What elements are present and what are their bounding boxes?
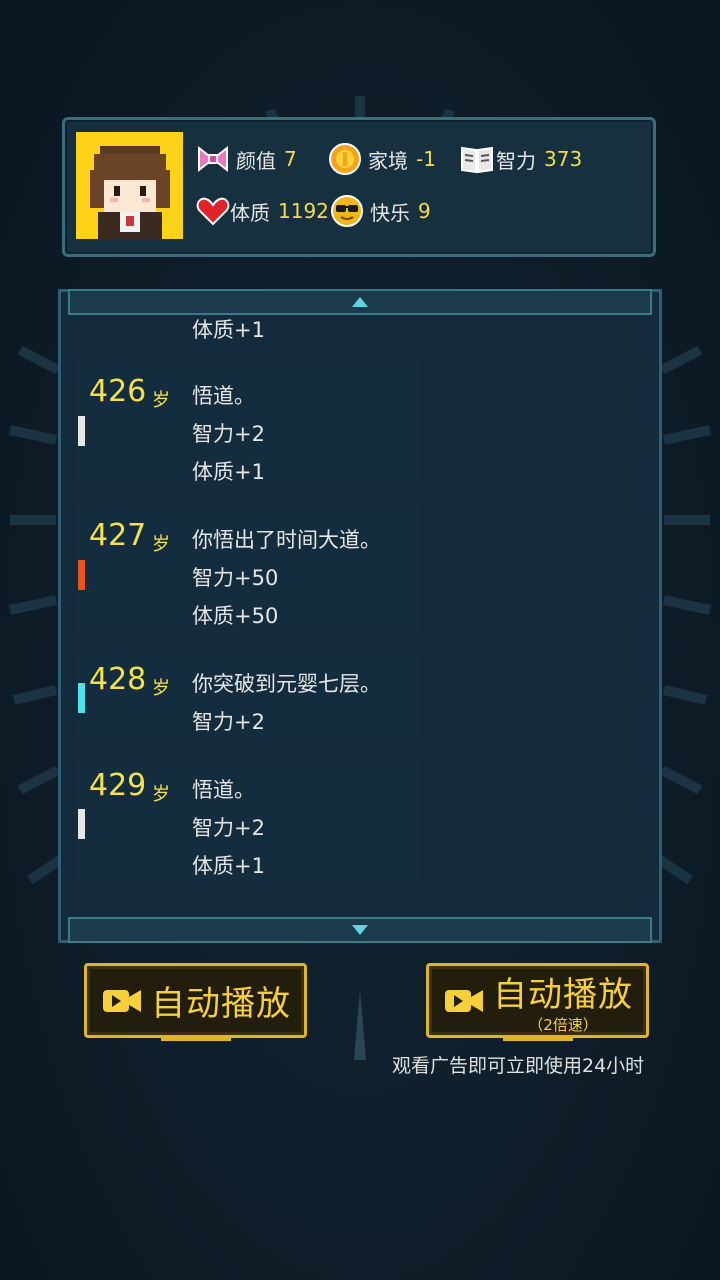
game-screen: 颜值 7 家境 -1 智力 373 体质 1192 快乐 9 体质+1 426 … — [0, 0, 720, 1280]
log-entry-marker — [78, 560, 85, 590]
ad-note-text: 观看广告即可立即使用24小时 — [392, 1055, 645, 1077]
autoplay-button-label: 自动播放 — [151, 984, 291, 1024]
log-entry-age: 428 — [89, 662, 147, 697]
log-entry-age: 429 — [89, 768, 147, 803]
log-entry-effect: 体质+1 — [192, 854, 265, 878]
bow-icon — [196, 142, 230, 176]
log-entry-age-unit: 岁 — [152, 784, 170, 805]
life-log-list[interactable]: 体质+1 426 岁 悟道。 智力+2 体质+1 427 岁 你悟出了时间大道。… — [64, 314, 656, 917]
video-camera-icon — [103, 989, 141, 1012]
log-entry-effect: 智力+2 — [192, 710, 265, 734]
stat-looks: 颜值 7 — [196, 142, 297, 176]
video-camera-icon — [445, 989, 483, 1012]
log-entry-effect: 智力+2 — [192, 422, 265, 446]
scroll-down-button[interactable] — [68, 917, 652, 943]
autoplay-2x-button-label: 自动播放 — [493, 974, 633, 1015]
log-entry-marker — [78, 416, 85, 446]
log-entry-marker — [78, 683, 85, 713]
stat-happiness-label: 快乐 — [370, 200, 410, 225]
log-entry-age-unit: 岁 — [152, 390, 170, 411]
stat-looks-label: 颜值 — [236, 148, 276, 173]
log-partial-line: 体质+1 — [192, 318, 265, 342]
log-entry-event: 悟道。 — [192, 384, 255, 408]
log-entry-age-unit: 岁 — [152, 534, 170, 555]
log-entry-effect: 体质+1 — [192, 460, 265, 484]
log-entry-event: 悟道。 — [192, 778, 255, 802]
autoplay-2x-text: 自动播放 （2倍速） — [493, 967, 633, 1035]
log-entry-effect: 智力+2 — [192, 816, 265, 840]
autoplay-2x-speed-label: （2倍速） — [528, 1015, 598, 1034]
coin-icon — [328, 142, 362, 176]
stat-family-value: -1 — [416, 147, 436, 171]
heart-icon — [196, 194, 230, 228]
autoplay-button[interactable]: 自动播放 — [84, 963, 307, 1041]
stat-looks-value: 7 — [284, 147, 297, 171]
character-avatar — [76, 132, 183, 239]
log-entry-effect: 体质+50 — [192, 604, 279, 628]
log-entry-age: 427 — [89, 518, 147, 553]
pixel-character-icon — [76, 132, 183, 239]
book-icon — [460, 142, 494, 176]
stat-intellect: 智力 373 — [460, 142, 582, 176]
log-entry-event: 你突破到元婴七层。 — [192, 672, 381, 696]
log-entry-age-unit: 岁 — [152, 678, 170, 699]
stat-intellect-label: 智力 — [496, 148, 536, 173]
log-entry-effect: 智力+50 — [192, 566, 279, 590]
stat-physique-value: 1192 — [278, 199, 329, 223]
stat-family-label: 家境 — [368, 148, 408, 173]
button-tab-decoration — [161, 1035, 231, 1041]
stat-intellect-value: 373 — [544, 147, 583, 171]
stat-happiness-value: 9 — [418, 199, 431, 223]
arrow-down-icon — [352, 925, 368, 935]
autoplay-2x-button[interactable]: 自动播放 （2倍速） — [426, 963, 649, 1041]
sunglasses-face-icon — [330, 194, 364, 228]
log-entry-marker — [78, 809, 85, 839]
scroll-up-button[interactable] — [68, 289, 652, 315]
arrow-up-icon — [352, 297, 368, 307]
log-entry-event: 你悟出了时间大道。 — [192, 528, 381, 552]
stat-family: 家境 -1 — [328, 142, 436, 176]
log-entry-age: 426 — [89, 374, 147, 409]
stat-happiness: 快乐 9 — [330, 194, 431, 228]
button-tab-decoration — [503, 1035, 573, 1041]
stat-physique-label: 体质 — [230, 200, 270, 225]
stat-physique: 体质 1192 — [196, 194, 329, 228]
